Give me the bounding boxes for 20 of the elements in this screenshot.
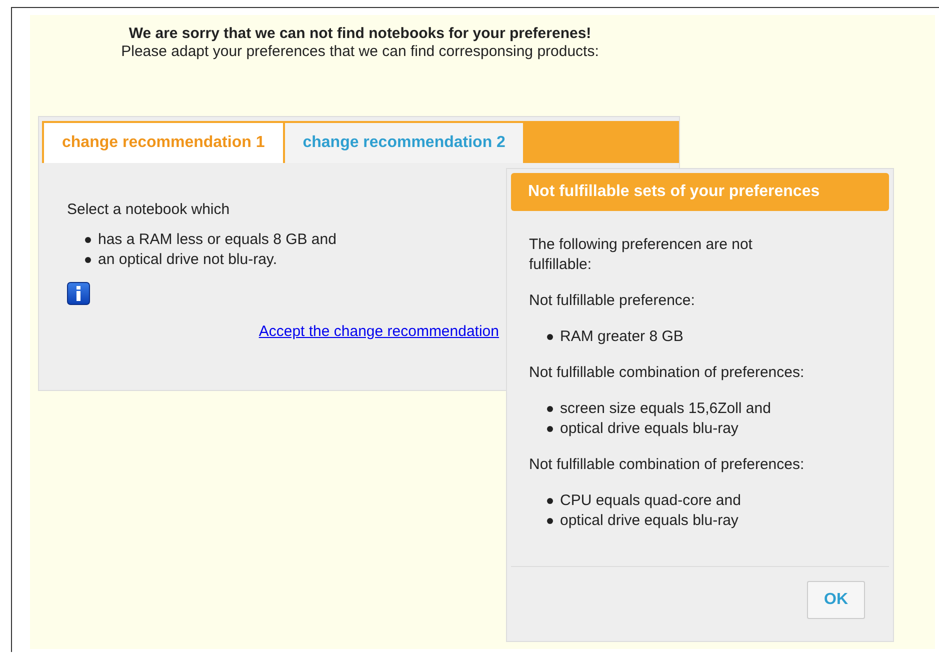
- list-item: optical drive equals blu-ray: [547, 419, 738, 439]
- list-item: screen size equals 15,6Zoll and: [547, 399, 771, 419]
- ok-button[interactable]: OK: [807, 581, 865, 619]
- dialog-title: Not fulfillable sets of your preferences: [511, 173, 889, 211]
- tab[interactable]: change recommendation 1: [44, 123, 283, 163]
- group-heading: Not fulfillable combination of preferences:: [529, 363, 804, 383]
- subheading: Please adapt your preferences that we can find corresponsing products:: [120, 43, 600, 61]
- list-item: RAM greater 8 GB: [547, 327, 684, 347]
- dialog-intro: The following preferencen are not fulfillable:: [529, 235, 754, 275]
- group-heading: Not fulfillable preference:: [529, 291, 695, 311]
- heading: We are sorry that we can not find notebooks for your preferenes!: [128, 25, 592, 43]
- intro-text: Select a notebook which: [67, 201, 230, 218]
- tab[interactable]: change recommendation 2: [284, 123, 524, 163]
- accept-link[interactable]: Accept the change recommendation: [258, 323, 499, 340]
- list-item: optical drive equals blu-ray: [547, 511, 738, 531]
- list-item: has a RAM less or equals 8 GB and: [85, 230, 336, 250]
- list-item: an optical drive not blu-ray.: [85, 250, 277, 270]
- list-item: CPU equals quad-core and: [547, 491, 741, 511]
- info-icon[interactable]: [67, 282, 90, 305]
- group-heading: Not fulfillable combination of preferences:: [529, 455, 804, 475]
